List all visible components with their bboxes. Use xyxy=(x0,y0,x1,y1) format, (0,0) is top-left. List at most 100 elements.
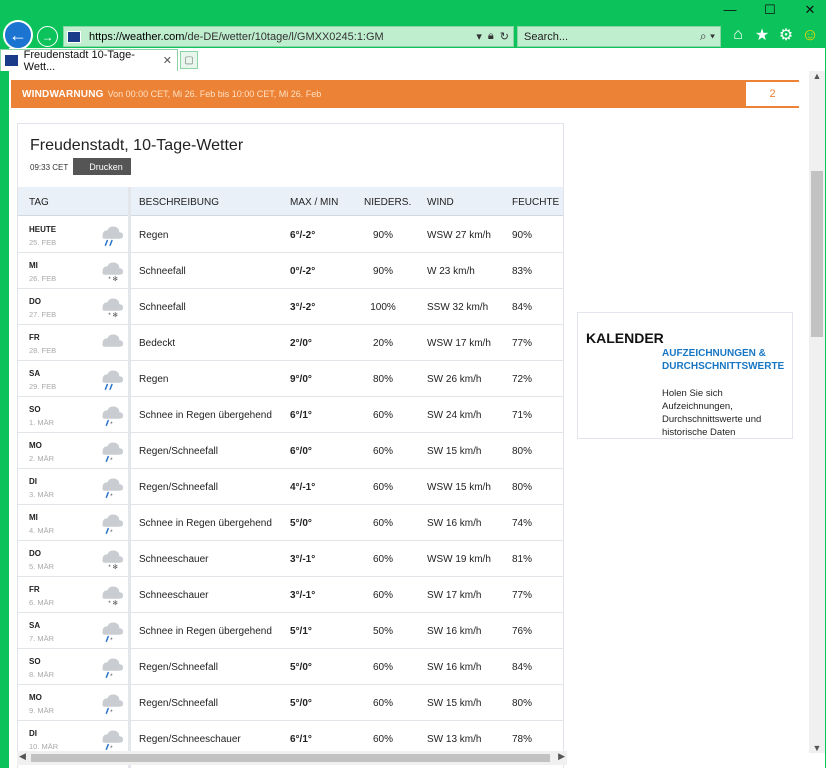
minimize-icon[interactable]: — xyxy=(720,2,740,18)
table-row[interactable]: SA 7. MÄR * Schnee in Regen übergehend 5°/1°… xyxy=(18,613,563,649)
table-row[interactable]: DI 3. MÄR * Regen/Schneefall 4°/-1° 60% WSW 15… xyxy=(18,469,563,505)
row-description: Schneeschauer xyxy=(139,554,209,565)
search-placeholder: Search... xyxy=(524,30,569,43)
arrow-right-icon: → xyxy=(41,29,54,44)
row-day: SA xyxy=(29,621,41,630)
new-tab-button[interactable]: ▢ xyxy=(180,51,198,69)
scroll-up-icon[interactable]: ▲ xyxy=(809,71,825,81)
row-wind: WSW 27 km/h xyxy=(427,230,491,241)
table-header: TAG BESCHREIBUNG MAX / MIN NIEDERS. WIND… xyxy=(18,187,563,216)
row-date: 26. FEB xyxy=(29,274,57,283)
row-precipitation: 50% xyxy=(372,626,393,637)
page-viewport: WINDWARNUNG Von 00:00 CET, Mi 26. Feb bi… xyxy=(9,71,825,768)
row-wind: SSW 32 km/h xyxy=(427,302,489,313)
table-row[interactable]: MO 9. MÄR * Regen/Schneefall 5°/0° 60% SW 15 k… xyxy=(18,685,563,721)
row-description: Regen/Schneefall xyxy=(139,482,218,493)
home-icon[interactable]: ⌂ xyxy=(728,24,748,46)
row-date: 8. MÄR xyxy=(29,670,55,679)
row-day: MI xyxy=(29,261,38,270)
table-row[interactable]: MO 2. MÄR * Regen/Schneefall 6°/0° 60% SW 15 k… xyxy=(18,433,563,469)
row-description: Schnee in Regen übergehend xyxy=(139,626,272,637)
row-date: 6. MÄR xyxy=(29,598,55,607)
refresh-icon[interactable]: ↻ xyxy=(500,30,509,43)
address-bar-icons: ▾ 🔒︎ ↻ xyxy=(476,30,513,43)
tab-close-icon[interactable]: ✕ xyxy=(163,54,177,67)
warning-time: Von 00:00 CET, Mi 26. Feb bis 10:00 CET,… xyxy=(107,89,322,99)
row-date: 25. FEB xyxy=(29,238,57,247)
row-wind: SW 13 km/h xyxy=(427,734,482,745)
table-row[interactable]: FR 28. FEB Bedeckt 2°/0° 20% WSW 17 km/h 77% xyxy=(18,325,563,361)
row-humidity: 80% xyxy=(512,446,533,457)
horizontal-scrollbar[interactable]: ◀ ▶ xyxy=(17,751,567,765)
vertical-scrollbar[interactable]: ▲ ▼ xyxy=(809,71,825,753)
row-day: SO xyxy=(29,657,41,666)
rain-snow-icon: * xyxy=(102,730,124,752)
table-row[interactable]: HEUTE 25. FEB Regen 6°/-2° 90% WSW 27 km/h 90% xyxy=(18,217,563,253)
table-row[interactable]: DO 27. FEB * ✻ Schneefall 3°/-2° 100% SSW 32 k… xyxy=(18,289,563,325)
row-temperature: 4°/-1° xyxy=(290,482,316,493)
print-button[interactable]: Drucken xyxy=(73,158,131,175)
table-row[interactable]: SO 8. MÄR * Regen/Schneefall 5°/0° 60% SW 16 k… xyxy=(18,649,563,685)
row-day: DO xyxy=(29,297,41,306)
horizontal-scroll-thumb[interactable] xyxy=(31,754,550,762)
calendar-records-link[interactable]: AUFZEICHNUNGEN & DURCHSCHNITTSWERTE xyxy=(662,347,787,373)
table-row[interactable]: MI 26. FEB * ✻ Schneefall 0°/-2° 90% W 23 km/h… xyxy=(18,253,563,289)
search-icon[interactable]: ⌕ ▾ xyxy=(700,29,720,44)
row-temperature: 5°/0° xyxy=(290,698,312,709)
maximize-icon[interactable]: ☐ xyxy=(760,2,780,18)
row-precipitation: 60% xyxy=(372,518,393,529)
row-date: 10. MÄR xyxy=(29,742,59,751)
scroll-down-icon[interactable]: ▼ xyxy=(809,743,825,753)
tab-favicon-icon xyxy=(5,55,18,66)
snow-icon: * ✻ xyxy=(102,550,124,571)
table-row[interactable]: SA 29. FEB Regen 9°/0° 80% SW 26 km/h 72% xyxy=(18,361,563,397)
svg-text:*: * xyxy=(110,673,113,680)
row-precipitation: 60% xyxy=(372,554,393,565)
dropdown-icon[interactable]: ▾ xyxy=(476,30,482,43)
wind-warning-bar[interactable]: WINDWARNUNG Von 00:00 CET, Mi 26. Feb bi… xyxy=(11,80,799,108)
rain-snow-icon: * xyxy=(102,406,124,428)
row-precipitation: 60% xyxy=(372,590,393,601)
address-bar[interactable]: https://weather.com/de-DE/wetter/10tage/… xyxy=(63,26,514,47)
gear-icon[interactable]: ⚙ xyxy=(776,24,796,46)
forecast-card: Freudenstadt, 10-Tage-Wetter 09:33 CET D… xyxy=(17,123,564,768)
scroll-left-icon[interactable]: ◀ xyxy=(19,751,26,762)
calendar-widget: KALENDER AUFZEICHNUNGEN & DURCHSCHNITTSW… xyxy=(577,312,793,439)
row-humidity: 80% xyxy=(512,482,533,493)
row-wind: SW 15 km/h xyxy=(427,446,482,457)
scroll-right-icon[interactable]: ▶ xyxy=(558,751,565,762)
row-wind: WSW 19 km/h xyxy=(427,554,491,565)
search-input[interactable]: Search... ⌕ ▾ xyxy=(517,26,721,47)
row-precipitation: 90% xyxy=(372,266,393,277)
url-text: https://weather.com/de-DE/wetter/10tage/… xyxy=(89,31,384,43)
table-row[interactable]: MI 4. MÄR * Schnee in Regen übergehend 5°/0°… xyxy=(18,505,563,541)
vertical-scroll-thumb[interactable] xyxy=(811,171,823,337)
close-icon[interactable]: ✕ xyxy=(800,2,820,18)
row-humidity: 84% xyxy=(512,302,533,313)
browser-tab[interactable]: Freudenstadt 10-Tage-Wett... ✕ xyxy=(0,49,178,73)
row-description: Schneeschauer xyxy=(139,590,209,601)
row-temperature: 9°/0° xyxy=(290,374,312,385)
row-wind: W 23 km/h xyxy=(427,266,475,277)
warning-title: WINDWARNUNG xyxy=(22,88,104,100)
row-precipitation: 60% xyxy=(372,410,393,421)
header-day: TAG xyxy=(29,197,49,208)
rain-icon xyxy=(102,226,124,246)
row-date: 29. FEB xyxy=(29,382,57,391)
table-row[interactable]: SO 1. MÄR * Schnee in Regen übergehend 6°/1°… xyxy=(18,397,563,433)
row-temperature: 5°/1° xyxy=(290,626,312,637)
back-button[interactable]: ← xyxy=(3,20,33,50)
row-date: 3. MÄR xyxy=(29,490,55,499)
row-temperature: 6°/1° xyxy=(290,410,312,421)
lock-icon[interactable]: 🔒︎ xyxy=(488,30,494,43)
svg-text:* ✻: * ✻ xyxy=(108,563,118,571)
row-humidity: 81% xyxy=(512,554,533,565)
star-icon[interactable]: ★ xyxy=(752,24,772,46)
row-day: DO xyxy=(29,549,41,558)
header-humidity: FEUCHTE xyxy=(512,197,560,208)
smiley-icon[interactable]: ☺ xyxy=(800,24,820,46)
forward-button[interactable]: → xyxy=(37,26,58,47)
table-row[interactable]: DO 5. MÄR * ✻ Schneeschauer 3°/-1° 60% WSW 19 … xyxy=(18,541,563,577)
table-row[interactable]: FR 6. MÄR * ✻ Schneeschauer 3°/-1° 60% SW 17 k… xyxy=(18,577,563,613)
warning-count-badge[interactable]: 2 xyxy=(746,82,799,106)
